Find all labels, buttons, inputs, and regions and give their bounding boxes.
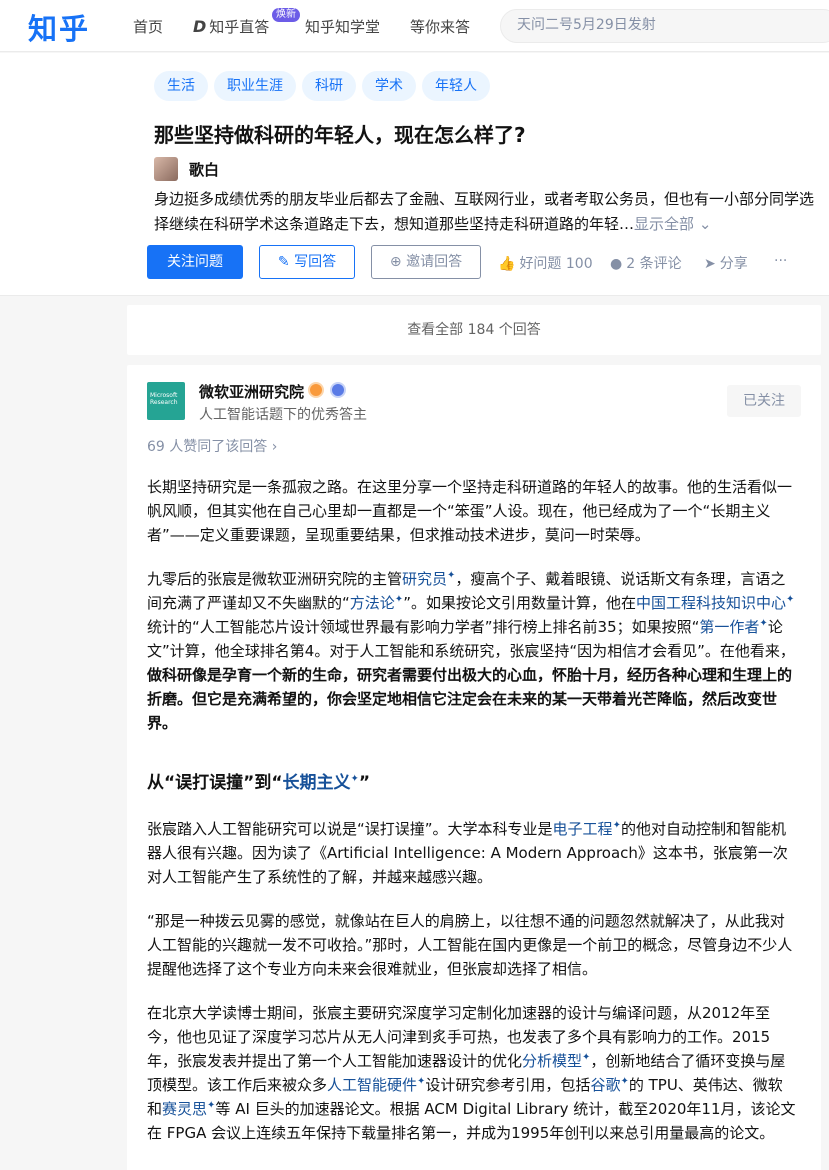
inline-link[interactable]: 长期主义 <box>283 773 351 793</box>
question-title: 那些坚持做科研的年轻人，现在怎么样了? <box>154 123 526 147</box>
followed-button[interactable]: 已关注 <box>727 385 801 417</box>
paragraph: 九零后的张宸是微软亚洲研究院的主管研究员✦，瘦高个子、戴着眼镜、说话斯文有条理，… <box>147 570 795 732</box>
zhida-icon: D <box>193 17 207 36</box>
invite-user-icon: ⊕ <box>389 254 402 270</box>
sparkle-icon: ✦ <box>612 820 621 831</box>
excellent-answerer-badge-icon <box>308 382 324 398</box>
section-heading: 从“误打误撞”到“长期主义✦” <box>147 773 371 793</box>
paragraph: 在北京大学读博士期间，张宸主要研究深度学习定制化加速器的设计与编译问题，从201… <box>147 1004 796 1142</box>
inline-link[interactable]: 分析模型 <box>522 1052 582 1070</box>
sparkle-icon: ✦ <box>620 1076 629 1087</box>
bold-text: 做科研像是孕育一个新的生命，研究者需要付出极大的心血，怀胎十月，经历各种心理和生… <box>147 666 793 732</box>
inline-link[interactable]: 人工智能硬件 <box>327 1076 417 1094</box>
answer-card: Microsoft Research 微软亚洲研究院 人工智能话题下的优秀答主 … <box>127 365 821 1170</box>
sparkle-icon: ✦ <box>785 594 795 605</box>
inline-link[interactable]: 谷歌 <box>590 1076 620 1094</box>
chevron-down-icon: ⌄ <box>698 215 712 233</box>
topic-tag[interactable]: 职业生涯 <box>214 71 296 101</box>
topic-tag[interactable]: 科研 <box>302 71 356 101</box>
nav-home[interactable]: 首页 <box>133 16 163 37</box>
topic-tag[interactable]: 学术 <box>362 71 416 101</box>
upvote-count[interactable]: 69 人赞同了该回答 › <box>147 436 277 456</box>
comments-button[interactable]: ● 2 条评论 <box>610 253 682 273</box>
question-actions: 关注问题 ✎ 写回答 ⊕ 邀请回答 👍 好问题 100 ● 2 条评论 ➤ 分享 ··… <box>147 245 827 279</box>
show-all-button[interactable]: 显示全部 ⌄ <box>634 215 711 233</box>
new-badge: 焕新 <box>272 8 300 22</box>
good-question-label: 好问题 100 <box>519 256 593 272</box>
answer-content: 长期坚持研究是一条孤寂之路。在这里分享一个坚持走科研道路的年轻人的故事。他的生活… <box>147 475 797 1165</box>
author-bio: 人工智能话题下的优秀答主 <box>199 407 367 423</box>
question-description-text: 身边挺多成绩优秀的朋友毕业后都去了金融、互联网行业，或者考取公务员，但也有一小部… <box>154 190 815 233</box>
show-all-label: 显示全部 <box>634 215 695 233</box>
more-button[interactable]: ··· <box>774 253 787 269</box>
share-button[interactable]: ➤ 分享 <box>704 253 748 273</box>
nav-zhida[interactable]: D 知乎直答 <box>193 16 269 37</box>
author-name[interactable]: 微软亚洲研究院 <box>199 381 304 402</box>
paragraph: “那是一种拨云见雾的感觉，就像站在巨人的肩膀上，以往想不通的问题忽然就解决了，从… <box>147 912 793 978</box>
question-header: 生活 职业生涯 科研 学术 年轻人 那些坚持做科研的年轻人，现在怎么样了? 歌白… <box>0 53 829 296</box>
search-box <box>500 9 829 43</box>
invite-answer-button[interactable]: ⊕ 邀请回答 <box>371 245 481 279</box>
inline-link[interactable]: 中国工程科技知识中心 <box>636 594 786 612</box>
top-nav: 知乎 首页 D 知乎直答 焕新 知乎知学堂 等你来答 <box>0 0 829 52</box>
paragraph: 张宸踏入人工智能研究可以说是“误打误撞”。大学本科专业是电子工程✦的他对自动控制… <box>147 820 788 886</box>
search-input[interactable] <box>517 17 817 33</box>
inline-link[interactable]: 赛灵思 <box>162 1100 207 1118</box>
share-icon: ➤ <box>704 256 716 272</box>
write-answer-label: 写回答 <box>294 254 337 270</box>
view-all-answers-button[interactable]: 查看全部 184 个回答 <box>127 305 821 355</box>
nav-waiting[interactable]: 等你来答 <box>410 16 470 37</box>
nav-zhida-label: 知乎直答 <box>209 18 270 36</box>
thumbs-up-icon: 👍 <box>498 256 516 272</box>
paragraph: 长期坚持研究是一条孤寂之路。在这里分享一个坚持走科研道路的年轻人的故事。他的生活… <box>147 478 793 544</box>
inline-link[interactable]: 研究员 <box>402 570 447 588</box>
sparkle-icon: ✦ <box>350 773 359 785</box>
verified-badge-icon <box>330 382 346 398</box>
topic-list: 生活 职业生涯 科研 学术 年轻人 <box>154 71 490 101</box>
inline-link[interactable]: 电子工程 <box>553 820 613 838</box>
follow-question-button[interactable]: 关注问题 <box>147 245 243 279</box>
nav-zhixuetang[interactable]: 知乎知学堂 <box>305 16 380 37</box>
comment-icon: ● <box>610 256 623 272</box>
write-answer-button[interactable]: ✎ 写回答 <box>259 245 355 279</box>
inline-link[interactable]: 第一作者 <box>699 618 759 636</box>
share-label: 分享 <box>719 256 748 272</box>
asker-name[interactable]: 歌白 <box>189 159 219 180</box>
pencil-icon: ✎ <box>277 254 290 270</box>
topic-tag[interactable]: 年轻人 <box>422 71 490 101</box>
invite-answer-label: 邀请回答 <box>406 254 463 270</box>
sparkle-icon: ✦ <box>759 618 768 629</box>
sparkle-icon: ✦ <box>394 594 404 605</box>
good-question-button[interactable]: 👍 好问题 100 <box>498 253 593 273</box>
zhihu-logo[interactable]: 知乎 <box>28 6 90 48</box>
topic-tag[interactable]: 生活 <box>154 71 208 101</box>
comments-label: 2 条评论 <box>626 256 682 272</box>
asker-avatar[interactable] <box>154 157 178 181</box>
question-description: 身边挺多成绩优秀的朋友毕业后都去了金融、互联网行业，或者考取公务员，但也有一小部… <box>154 187 818 237</box>
inline-link[interactable]: 方法论 <box>350 594 395 612</box>
author-avatar[interactable]: Microsoft Research <box>147 382 185 420</box>
